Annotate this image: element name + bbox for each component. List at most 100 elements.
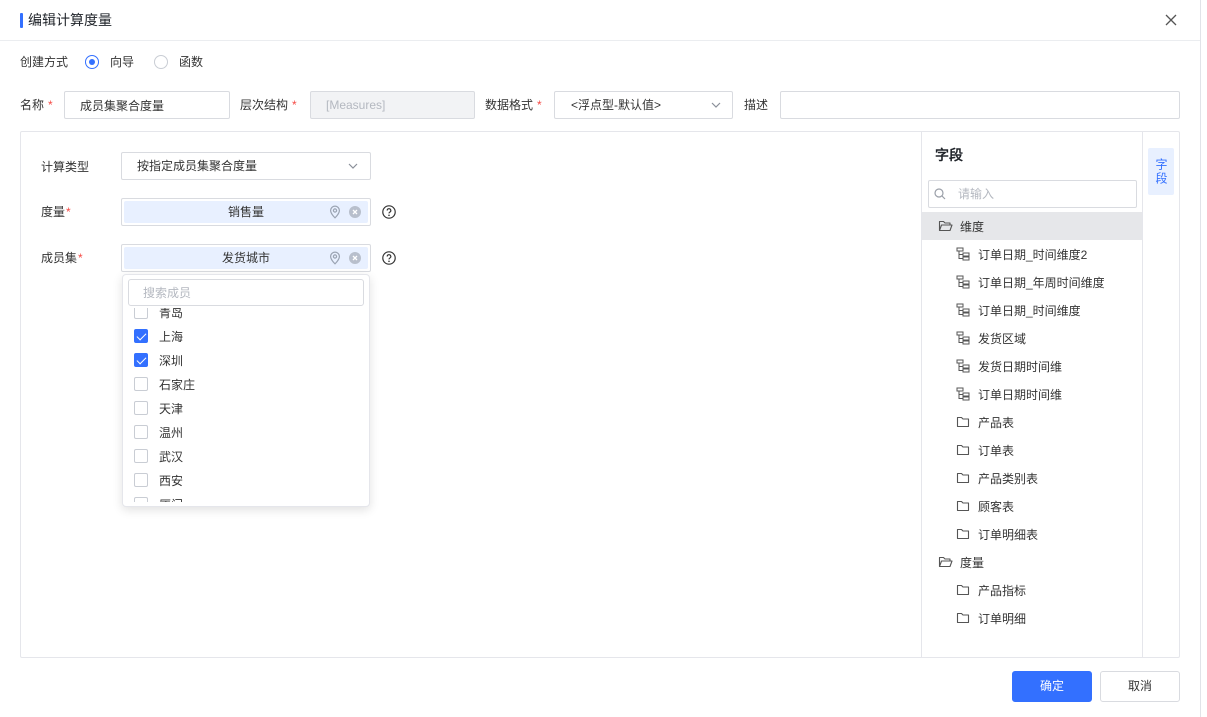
member-checkbox[interactable] (134, 425, 148, 439)
tree-node-dimensions[interactable]: 维度 (922, 212, 1142, 240)
tree-node-label: 维度 (960, 219, 985, 234)
format-label: 数据格式 * (485, 97, 542, 113)
folder-icon (956, 472, 970, 484)
confirm-button[interactable]: 确定 (1012, 671, 1092, 702)
close-icon[interactable] (1163, 12, 1179, 28)
member-option-shanghai[interactable]: 上海 (123, 324, 369, 348)
help-icon[interactable] (382, 251, 396, 265)
member-option-tianjin[interactable]: 天津 (123, 396, 369, 420)
tree-node-order-table[interactable]: 订单表 (922, 436, 1142, 464)
member-option-xiamen[interactable]: 厦门 (123, 492, 369, 502)
radio-function[interactable] (154, 55, 168, 69)
tree-node-product-category-table[interactable]: 产品类别表 (922, 464, 1142, 492)
member-checkbox[interactable] (134, 329, 148, 343)
measure-select[interactable]: 销售量 (121, 198, 371, 226)
field-search (928, 180, 1137, 208)
required-mark: * (66, 205, 71, 219)
member-option-wuhan[interactable]: 武汉 (123, 444, 369, 468)
member-option-shijiazhuang[interactable]: 石家庄 (123, 372, 369, 396)
title-accent-bar (20, 13, 23, 28)
side-tab-label: 字段 (1154, 157, 1168, 186)
tree-node-product-metrics[interactable]: 产品指标 (922, 576, 1142, 604)
tree-node-measures[interactable]: 度量 (922, 548, 1142, 576)
member-option-label: 石家庄 (159, 377, 196, 392)
member-checkbox[interactable] (134, 473, 148, 487)
member-checkbox[interactable] (134, 308, 148, 319)
member-option-shenzhen[interactable]: 深圳 (123, 348, 369, 372)
side-tab-divider (1142, 132, 1143, 657)
radio-option-wizard[interactable]: 向导 (85, 54, 134, 70)
member-set-chip: 发货城市 (124, 247, 368, 269)
hierarchy-icon (956, 247, 970, 261)
tree-node-label: 发货日期时间维 (978, 359, 1063, 374)
member-list[interactable]: 青岛 上海 深圳 石家庄 天津 温州 武汉 西安 (123, 308, 369, 502)
tree-node-label: 订单表 (978, 443, 1015, 458)
field-panel-title: 字段 (935, 147, 963, 163)
required-mark: * (292, 98, 297, 112)
tree-node-label: 顾客表 (978, 499, 1015, 514)
tree-node-label: 订单日期_年周时间维度 (978, 275, 1105, 290)
location-icon[interactable] (329, 205, 341, 219)
folder-open-icon (938, 220, 953, 232)
description-label: 描述 (744, 98, 769, 112)
folder-icon (956, 444, 970, 456)
clear-circle-icon[interactable] (349, 206, 361, 218)
hierarchy-input (310, 91, 475, 119)
location-icon[interactable] (329, 251, 341, 265)
create-mode-label: 创建方式 (20, 55, 69, 69)
member-dropdown: 青岛 上海 深圳 石家庄 (122, 274, 370, 507)
header-divider (0, 40, 1200, 41)
hierarchy-icon (956, 303, 970, 317)
tree-node-label: 产品类别表 (978, 471, 1039, 486)
member-option-label: 武汉 (159, 449, 184, 464)
field-search-input[interactable] (929, 181, 1136, 207)
close-button[interactable] (1163, 12, 1179, 28)
tree-node-order-details[interactable]: 订单明细 (922, 604, 1142, 632)
tree-node-order-date-time-dim-2[interactable]: 订单日期_时间维度2 (922, 240, 1142, 268)
help-icon[interactable] (382, 205, 396, 219)
hierarchy-label-text: 层次结构 (240, 98, 289, 112)
calc-type-select[interactable]: 按指定成员集聚合度量 (121, 152, 371, 180)
tree-node-order-date-time-dim[interactable]: 订单日期_时间维度 (922, 296, 1142, 324)
member-checkbox[interactable] (134, 377, 148, 391)
tree-node-label: 订单日期_时间维度 (978, 303, 1081, 318)
tree-node-ship-region[interactable]: 发货区域 (922, 324, 1142, 352)
folder-icon (956, 500, 970, 512)
member-option-wenzhou[interactable]: 温州 (123, 420, 369, 444)
radio-option-function[interactable]: 函数 (154, 54, 203, 70)
tree-node-product-table[interactable]: 产品表 (922, 408, 1142, 436)
member-option-label: 西安 (159, 473, 184, 488)
member-checkbox[interactable] (134, 401, 148, 415)
member-option-label: 上海 (159, 329, 184, 344)
tree-node-ship-date-time-dim[interactable]: 发货日期时间维 (922, 352, 1142, 380)
clear-circle-icon[interactable] (349, 252, 361, 264)
tree-node-order-date-year-week-dim[interactable]: 订单日期_年周时间维度 (922, 268, 1142, 296)
member-checkbox[interactable] (134, 497, 148, 502)
hierarchy-label: 层次结构 * (240, 97, 297, 113)
measure-label: 度量* (41, 204, 71, 220)
member-checkbox[interactable] (134, 353, 148, 367)
member-list-content: 青岛 上海 深圳 石家庄 天津 温州 武汉 西安 (123, 308, 369, 502)
cancel-button[interactable]: 取消 (1100, 671, 1180, 702)
member-checkbox[interactable] (134, 449, 148, 463)
tree-node-label: 度量 (960, 555, 985, 570)
tree-node-label: 订单日期_时间维度2 (978, 247, 1088, 262)
member-search-input[interactable] (128, 279, 364, 306)
member-option-xian[interactable]: 西安 (123, 468, 369, 492)
side-tab-fields[interactable]: 字段 (1148, 148, 1174, 195)
name-input[interactable] (64, 91, 230, 119)
tree-node-label: 订单明细表 (978, 527, 1039, 542)
folder-icon (956, 528, 970, 540)
member-option-qingdao[interactable]: 青岛 (123, 308, 369, 324)
tree-node-customer-table[interactable]: 顾客表 (922, 492, 1142, 520)
member-option-label: 青岛 (159, 308, 184, 320)
tree-node-order-date-time-dim-alt[interactable]: 订单日期时间维 (922, 380, 1142, 408)
hierarchy-icon (956, 331, 970, 345)
member-set-select[interactable]: 发货城市 (121, 244, 371, 272)
folder-icon (956, 584, 970, 596)
description-input[interactable] (780, 91, 1180, 119)
radio-wizard[interactable] (85, 55, 99, 69)
tree-node-order-detail-table[interactable]: 订单明细表 (922, 520, 1142, 548)
format-select[interactable]: <浮点型-默认值> (554, 91, 733, 119)
folder-icon (956, 416, 970, 428)
